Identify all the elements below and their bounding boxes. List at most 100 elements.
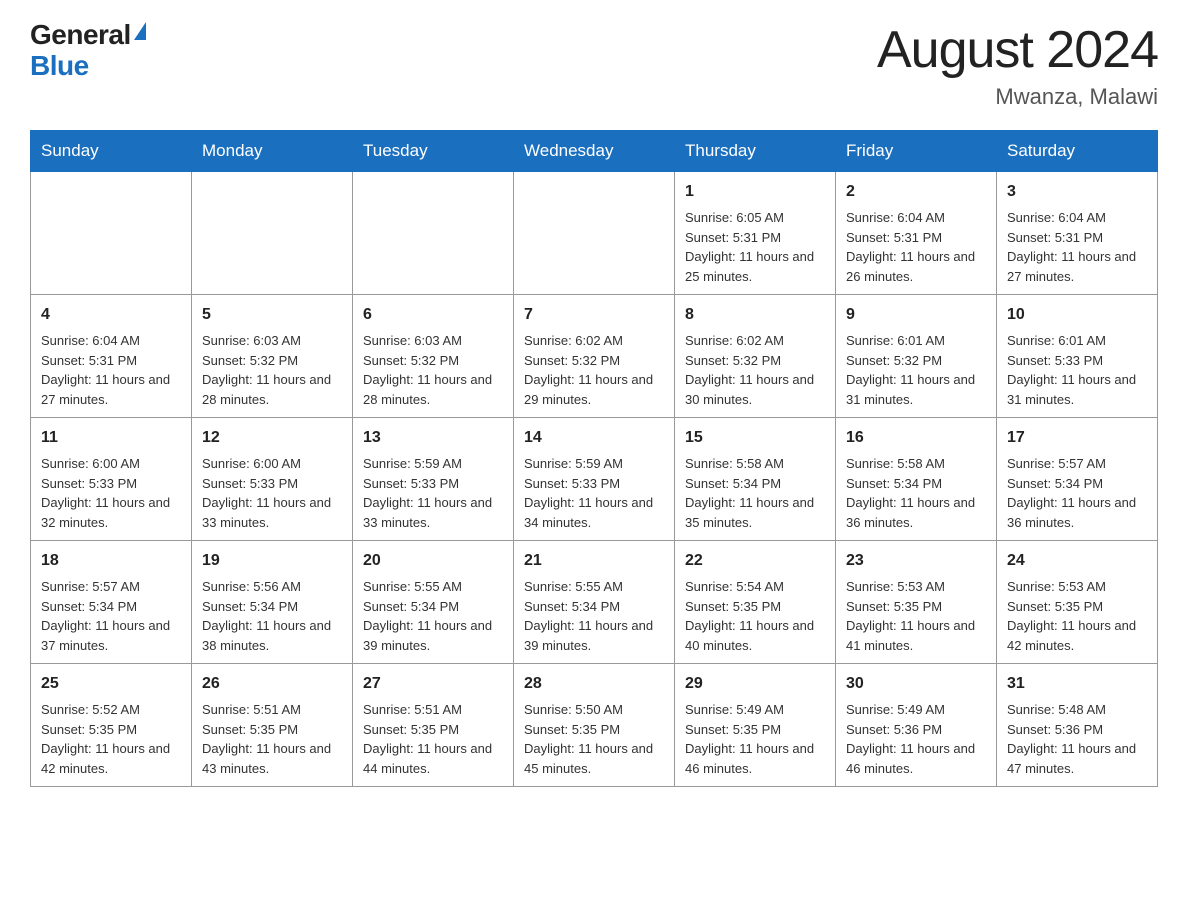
day-info: Sunset: 5:32 PM (202, 351, 342, 371)
day-info: Sunset: 5:32 PM (524, 351, 664, 371)
day-number: 10 (1007, 303, 1147, 327)
calendar-cell: 15Sunrise: 5:58 AMSunset: 5:34 PMDayligh… (675, 418, 836, 541)
location: Mwanza, Malawi (877, 84, 1158, 110)
day-info: Sunset: 5:33 PM (524, 474, 664, 494)
day-info: Sunrise: 6:01 AM (1007, 331, 1147, 351)
day-info: Sunset: 5:31 PM (846, 228, 986, 248)
day-number: 21 (524, 549, 664, 573)
day-number: 5 (202, 303, 342, 327)
calendar-cell: 7Sunrise: 6:02 AMSunset: 5:32 PMDaylight… (514, 295, 675, 418)
week-row-5: 25Sunrise: 5:52 AMSunset: 5:35 PMDayligh… (31, 664, 1158, 787)
day-info: Sunrise: 5:54 AM (685, 577, 825, 597)
header-friday: Friday (836, 131, 997, 172)
header-saturday: Saturday (997, 131, 1158, 172)
day-info: Sunrise: 5:49 AM (685, 700, 825, 720)
page-header: General Blue August 2024 Mwanza, Malawi (30, 20, 1158, 110)
day-info: Sunrise: 5:58 AM (846, 454, 986, 474)
calendar-cell: 31Sunrise: 5:48 AMSunset: 5:36 PMDayligh… (997, 664, 1158, 787)
day-info: Daylight: 11 hours and 46 minutes. (846, 739, 986, 778)
calendar-cell: 26Sunrise: 5:51 AMSunset: 5:35 PMDayligh… (192, 664, 353, 787)
day-info: Daylight: 11 hours and 45 minutes. (524, 739, 664, 778)
calendar-cell (31, 172, 192, 295)
calendar-cell: 24Sunrise: 5:53 AMSunset: 5:35 PMDayligh… (997, 541, 1158, 664)
calendar-cell (514, 172, 675, 295)
day-info: Sunrise: 6:04 AM (41, 331, 181, 351)
week-row-2: 4Sunrise: 6:04 AMSunset: 5:31 PMDaylight… (31, 295, 1158, 418)
calendar-cell: 1Sunrise: 6:05 AMSunset: 5:31 PMDaylight… (675, 172, 836, 295)
calendar-cell: 28Sunrise: 5:50 AMSunset: 5:35 PMDayligh… (514, 664, 675, 787)
calendar-cell: 11Sunrise: 6:00 AMSunset: 5:33 PMDayligh… (31, 418, 192, 541)
day-info: Sunrise: 5:57 AM (41, 577, 181, 597)
day-number: 1 (685, 180, 825, 204)
calendar-cell: 17Sunrise: 5:57 AMSunset: 5:34 PMDayligh… (997, 418, 1158, 541)
day-info: Sunrise: 5:55 AM (524, 577, 664, 597)
calendar-cell: 10Sunrise: 6:01 AMSunset: 5:33 PMDayligh… (997, 295, 1158, 418)
day-info: Sunset: 5:34 PM (202, 597, 342, 617)
day-info: Sunset: 5:31 PM (685, 228, 825, 248)
day-info: Sunset: 5:35 PM (524, 720, 664, 740)
day-info: Daylight: 11 hours and 27 minutes. (41, 370, 181, 409)
day-info: Daylight: 11 hours and 47 minutes. (1007, 739, 1147, 778)
calendar-cell: 9Sunrise: 6:01 AMSunset: 5:32 PMDaylight… (836, 295, 997, 418)
day-info: Sunset: 5:32 PM (846, 351, 986, 371)
day-info: Sunset: 5:35 PM (41, 720, 181, 740)
header-wednesday: Wednesday (514, 131, 675, 172)
day-info: Daylight: 11 hours and 33 minutes. (363, 493, 503, 532)
calendar-cell: 16Sunrise: 5:58 AMSunset: 5:34 PMDayligh… (836, 418, 997, 541)
day-info: Sunset: 5:35 PM (1007, 597, 1147, 617)
calendar-cell (353, 172, 514, 295)
day-info: Sunset: 5:31 PM (41, 351, 181, 371)
day-number: 19 (202, 549, 342, 573)
day-info: Sunrise: 5:56 AM (202, 577, 342, 597)
logo-general-text: General (30, 20, 131, 51)
calendar-cell: 22Sunrise: 5:54 AMSunset: 5:35 PMDayligh… (675, 541, 836, 664)
day-number: 15 (685, 426, 825, 450)
day-number: 22 (685, 549, 825, 573)
day-info: Sunrise: 6:00 AM (41, 454, 181, 474)
day-info: Sunset: 5:35 PM (846, 597, 986, 617)
day-number: 9 (846, 303, 986, 327)
day-info: Sunrise: 6:03 AM (202, 331, 342, 351)
header-row: SundayMondayTuesdayWednesdayThursdayFrid… (31, 131, 1158, 172)
day-info: Daylight: 11 hours and 34 minutes. (524, 493, 664, 532)
day-info: Daylight: 11 hours and 29 minutes. (524, 370, 664, 409)
day-info: Daylight: 11 hours and 39 minutes. (363, 616, 503, 655)
day-info: Sunset: 5:34 PM (1007, 474, 1147, 494)
day-number: 8 (685, 303, 825, 327)
day-info: Sunrise: 6:04 AM (1007, 208, 1147, 228)
day-info: Sunrise: 5:51 AM (363, 700, 503, 720)
day-info: Sunset: 5:35 PM (363, 720, 503, 740)
day-info: Daylight: 11 hours and 43 minutes. (202, 739, 342, 778)
day-info: Sunrise: 6:05 AM (685, 208, 825, 228)
header-sunday: Sunday (31, 131, 192, 172)
calendar-cell (192, 172, 353, 295)
calendar-cell: 4Sunrise: 6:04 AMSunset: 5:31 PMDaylight… (31, 295, 192, 418)
day-number: 24 (1007, 549, 1147, 573)
day-info: Sunrise: 6:02 AM (524, 331, 664, 351)
day-number: 13 (363, 426, 503, 450)
day-info: Daylight: 11 hours and 41 minutes. (846, 616, 986, 655)
day-info: Sunrise: 5:50 AM (524, 700, 664, 720)
day-info: Daylight: 11 hours and 32 minutes. (41, 493, 181, 532)
day-info: Daylight: 11 hours and 42 minutes. (1007, 616, 1147, 655)
calendar-cell: 18Sunrise: 5:57 AMSunset: 5:34 PMDayligh… (31, 541, 192, 664)
day-info: Sunrise: 6:04 AM (846, 208, 986, 228)
day-info: Sunset: 5:34 PM (685, 474, 825, 494)
day-info: Daylight: 11 hours and 35 minutes. (685, 493, 825, 532)
day-info: Sunset: 5:34 PM (846, 474, 986, 494)
day-info: Daylight: 11 hours and 39 minutes. (524, 616, 664, 655)
title-block: August 2024 Mwanza, Malawi (877, 20, 1158, 110)
day-info: Sunset: 5:33 PM (1007, 351, 1147, 371)
day-info: Sunset: 5:33 PM (363, 474, 503, 494)
header-thursday: Thursday (675, 131, 836, 172)
day-info: Sunrise: 6:03 AM (363, 331, 503, 351)
calendar-header: SundayMondayTuesdayWednesdayThursdayFrid… (31, 131, 1158, 172)
day-number: 2 (846, 180, 986, 204)
week-row-3: 11Sunrise: 6:00 AMSunset: 5:33 PMDayligh… (31, 418, 1158, 541)
day-info: Daylight: 11 hours and 36 minutes. (1007, 493, 1147, 532)
header-monday: Monday (192, 131, 353, 172)
day-info: Sunrise: 5:59 AM (524, 454, 664, 474)
day-info: Sunrise: 5:57 AM (1007, 454, 1147, 474)
day-info: Sunset: 5:35 PM (202, 720, 342, 740)
calendar-cell: 14Sunrise: 5:59 AMSunset: 5:33 PMDayligh… (514, 418, 675, 541)
